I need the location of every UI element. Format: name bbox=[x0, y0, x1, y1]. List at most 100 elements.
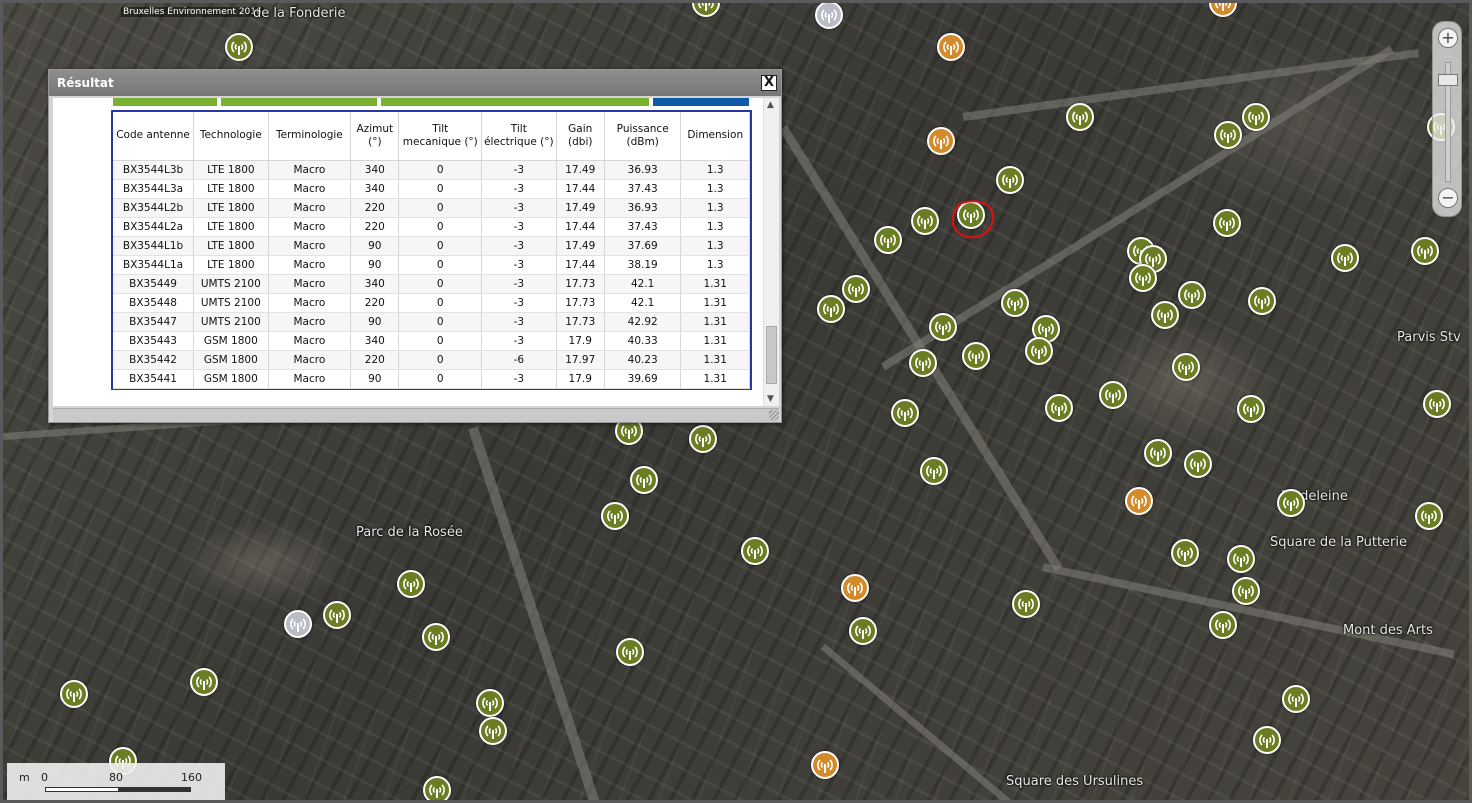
antenna-icon[interactable] bbox=[1227, 545, 1255, 573]
antenna-icon[interactable] bbox=[842, 275, 870, 303]
antenna-icon[interactable] bbox=[1277, 489, 1305, 517]
scroll-down-arrow-icon[interactable]: ▼ bbox=[767, 394, 774, 404]
vertical-scrollbar[interactable]: ▲ ▼ bbox=[763, 98, 779, 406]
table-row[interactable]: BX35447 UMTS 2100 Macro 90 0 -3 17.73 42.92 1.31 bbox=[113, 312, 750, 332]
antenna-icon[interactable] bbox=[927, 127, 955, 155]
antenna-icon[interactable] bbox=[1045, 394, 1073, 422]
resize-grip-icon[interactable] bbox=[769, 410, 779, 420]
antenna-icon[interactable] bbox=[1214, 121, 1242, 149]
table-row[interactable]: BX3544L1b LTE 1800 Macro 90 0 -3 17.49 37.69 1.3 bbox=[113, 236, 750, 256]
antenna-icon[interactable] bbox=[1253, 726, 1281, 754]
antenna-icon[interactable] bbox=[323, 601, 351, 629]
tab-strip-2[interactable] bbox=[221, 98, 377, 106]
antenna-icon[interactable] bbox=[423, 776, 451, 800]
antenna-icon[interactable] bbox=[911, 207, 939, 235]
antenna-icon[interactable] bbox=[1025, 337, 1053, 365]
antenna-icon[interactable] bbox=[1415, 502, 1443, 530]
column-header[interactable]: Code antenne bbox=[113, 112, 195, 161]
antenna-icon[interactable] bbox=[284, 610, 312, 638]
table-cell: LTE 1800 bbox=[193, 179, 269, 199]
column-header[interactable]: Azimut (°) bbox=[350, 112, 400, 161]
antenna-icon[interactable] bbox=[815, 3, 843, 29]
antenna-icon[interactable] bbox=[1242, 103, 1270, 131]
antenna-icon[interactable] bbox=[1209, 611, 1237, 639]
table-row[interactable]: BX3544L3b LTE 1800 Macro 340 0 -3 17.49 36.93 1.… bbox=[113, 160, 750, 180]
table-row[interactable]: BX35449 UMTS 2100 Macro 340 0 -3 17.73 42.1 1.31 bbox=[113, 274, 750, 294]
column-header[interactable]: Terminologie bbox=[268, 112, 352, 161]
column-header[interactable]: Dimension bbox=[680, 112, 750, 161]
antenna-icon[interactable] bbox=[962, 342, 990, 370]
antenna-icon[interactable] bbox=[422, 623, 450, 651]
tab-strip-4[interactable] bbox=[653, 98, 749, 106]
antenna-icon[interactable] bbox=[692, 3, 720, 17]
antenna-icon[interactable] bbox=[1331, 244, 1359, 272]
antenna-icon[interactable] bbox=[689, 425, 717, 453]
antenna-icon[interactable] bbox=[1178, 281, 1206, 309]
antenna-icon[interactable] bbox=[920, 457, 948, 485]
antenna-icon[interactable] bbox=[1125, 487, 1153, 515]
horizontal-scrollbar[interactable] bbox=[53, 408, 779, 422]
antenna-icon[interactable] bbox=[630, 466, 658, 494]
table-row[interactable]: BX35441 GSM 1800 Macro 90 0 -3 17.9 39.69 1.31 bbox=[113, 369, 750, 389]
antenna-icon[interactable] bbox=[741, 537, 769, 565]
antenna-icon[interactable] bbox=[1213, 209, 1241, 237]
table-row[interactable]: BX35448 UMTS 2100 Macro 220 0 -3 17.73 42.1 1.31 bbox=[113, 293, 750, 313]
antenna-icon[interactable] bbox=[841, 574, 869, 602]
column-header[interactable]: Technologie bbox=[193, 112, 269, 161]
antenna-icon[interactable] bbox=[849, 617, 877, 645]
column-header[interactable]: Gain (dbi) bbox=[556, 112, 605, 161]
column-header[interactable]: Tilt mecanique (°) bbox=[398, 112, 483, 161]
zoom-out-button[interactable]: − bbox=[1438, 188, 1458, 208]
antenna-icon[interactable] bbox=[929, 313, 957, 341]
antenna-icon[interactable] bbox=[1184, 450, 1212, 478]
antenna-icon[interactable] bbox=[479, 717, 507, 745]
antenna-icon[interactable] bbox=[1282, 685, 1310, 713]
antenna-icon[interactable] bbox=[1423, 390, 1451, 418]
antenna-icon[interactable] bbox=[909, 349, 937, 377]
antenna-icon[interactable] bbox=[817, 295, 845, 323]
antenna-icon[interactable] bbox=[397, 570, 425, 598]
tab-strip-3[interactable] bbox=[381, 98, 649, 106]
antenna-icon[interactable] bbox=[1001, 289, 1029, 317]
antenna-icon[interactable] bbox=[996, 166, 1024, 194]
table-row[interactable]: BX3544L2a LTE 1800 Macro 220 0 -3 17.44 37.43 1.… bbox=[113, 217, 750, 237]
antenna-icon[interactable] bbox=[1151, 301, 1179, 329]
antenna-icon[interactable] bbox=[601, 502, 629, 530]
antenna-icon[interactable] bbox=[891, 399, 919, 427]
close-button[interactable]: X bbox=[761, 75, 777, 91]
zoom-slider-handle[interactable] bbox=[1438, 74, 1458, 86]
antenna-icon[interactable] bbox=[1171, 539, 1199, 567]
antenna-icon[interactable] bbox=[1066, 103, 1094, 131]
antenna-icon[interactable] bbox=[225, 33, 253, 61]
antenna-icon[interactable] bbox=[874, 226, 902, 254]
antenna-icon[interactable] bbox=[60, 680, 88, 708]
zoom-in-button[interactable]: + bbox=[1438, 28, 1458, 48]
antenna-icon[interactable] bbox=[1411, 237, 1439, 265]
scrollbar-thumb[interactable] bbox=[766, 326, 777, 384]
column-header[interactable]: Puissance (dBm) bbox=[604, 112, 682, 161]
scroll-up-arrow-icon[interactable]: ▲ bbox=[767, 100, 774, 110]
antenna-icon[interactable] bbox=[1232, 577, 1260, 605]
antenna-icon[interactable] bbox=[1209, 3, 1237, 17]
table-row[interactable]: BX35443 GSM 1800 Macro 340 0 -3 17.9 40.33 1.31 bbox=[113, 331, 750, 351]
antenna-icon[interactable] bbox=[1248, 287, 1276, 315]
antenna-icon[interactable] bbox=[1129, 264, 1157, 292]
table-cell: 38.19 bbox=[604, 255, 682, 275]
antenna-icon[interactable] bbox=[616, 638, 644, 666]
antenna-icon[interactable] bbox=[1012, 590, 1040, 618]
column-header[interactable]: Tilt électrique (°) bbox=[481, 112, 557, 161]
antenna-icon[interactable] bbox=[1144, 439, 1172, 467]
antenna-icon[interactable] bbox=[937, 33, 965, 61]
table-row[interactable]: BX3544L3a LTE 1800 Macro 340 0 -3 17.44 37.43 1.… bbox=[113, 179, 750, 199]
antenna-icon[interactable] bbox=[1172, 353, 1200, 381]
result-window-header[interactable]: Résultat X bbox=[49, 70, 781, 96]
table-row[interactable]: BX35442 GSM 1800 Macro 220 0 -6 17.97 40.23 1.31 bbox=[113, 350, 750, 370]
antenna-icon[interactable] bbox=[1237, 395, 1265, 423]
table-row[interactable]: BX3544L2b LTE 1800 Macro 220 0 -3 17.49 36.93 1.… bbox=[113, 198, 750, 218]
antenna-icon[interactable] bbox=[190, 668, 218, 696]
antenna-icon[interactable] bbox=[1099, 381, 1127, 409]
tab-strip-1[interactable] bbox=[113, 98, 217, 106]
antenna-icon[interactable] bbox=[811, 751, 839, 779]
antenna-icon[interactable] bbox=[476, 689, 504, 717]
table-row[interactable]: BX3544L1a LTE 1800 Macro 90 0 -3 17.44 38.19 1.3 bbox=[113, 255, 750, 275]
